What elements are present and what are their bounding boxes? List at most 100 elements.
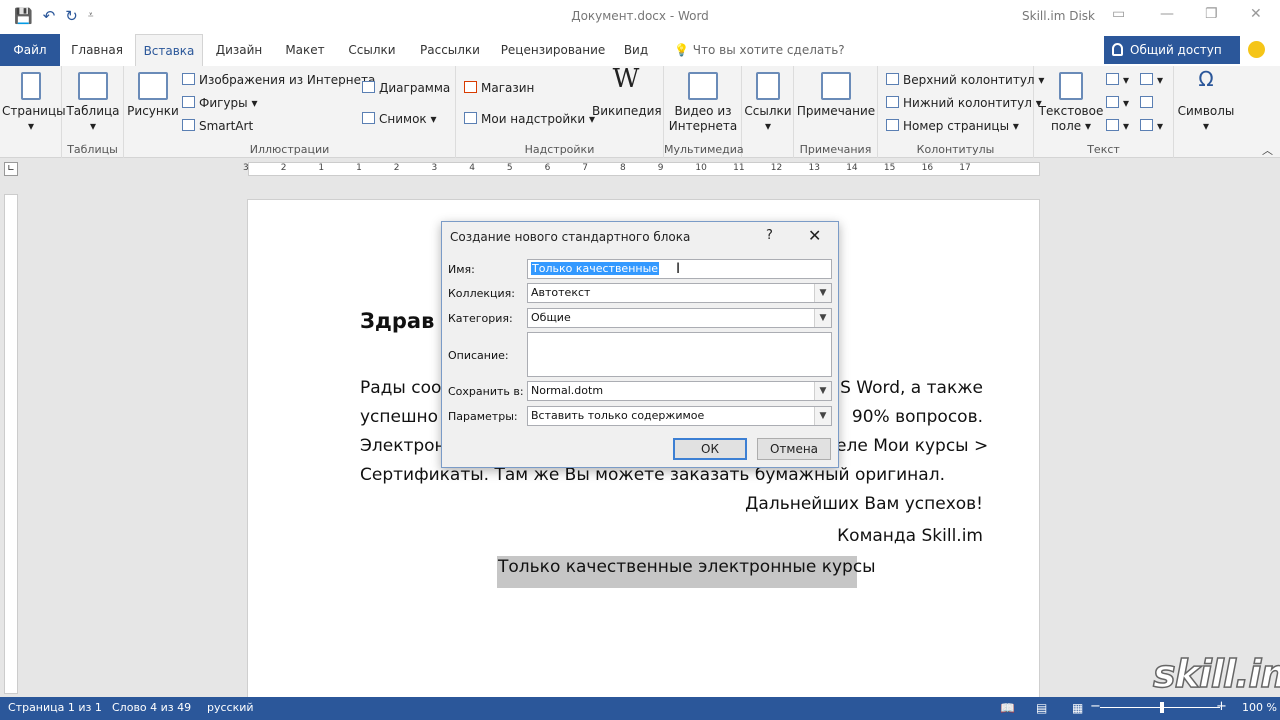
tab-file[interactable]: Файл bbox=[0, 34, 60, 66]
zoom-level[interactable]: 100 % bbox=[1242, 701, 1277, 714]
chevron-down-icon[interactable]: ▼ bbox=[814, 407, 831, 425]
help-button[interactable]: ? bbox=[766, 228, 773, 243]
collapse-ribbon-icon[interactable]: ︿ bbox=[1262, 142, 1273, 158]
illustrations-group-label: Иллюстрации bbox=[249, 143, 330, 156]
share-button[interactable]: Общий доступ bbox=[1104, 36, 1240, 64]
tab-selector[interactable]: ∟ bbox=[4, 162, 18, 176]
close-icon[interactable]: ✕ bbox=[808, 226, 821, 245]
pages-label: Страницы bbox=[2, 104, 66, 118]
object-button[interactable]: ▾ bbox=[1140, 118, 1163, 134]
doc-line-3a[interactable]: Электрон bbox=[360, 436, 446, 456]
lightbulb-icon: 💡 bbox=[674, 43, 689, 57]
pictures-label: Рисунки bbox=[127, 104, 179, 118]
header-label: Верхний колонтитул bbox=[903, 73, 1035, 87]
group-text: Текстовое поле ▾ ▾ ▾ ▾ ▾ ▾ Текст bbox=[1034, 66, 1174, 158]
read-mode-icon[interactable]: 📖 bbox=[1000, 701, 1015, 715]
options-select[interactable]: Вставить только содержимое ▼ bbox=[527, 406, 832, 426]
store-label: Магазин bbox=[481, 81, 535, 95]
zoom-in-icon[interactable]: + bbox=[1216, 699, 1227, 714]
chart-icon bbox=[362, 81, 375, 93]
page-number-button[interactable]: Номер страницы ▾ bbox=[886, 118, 1019, 134]
doc-selected-text[interactable]: Только качественные электронные курсы bbox=[498, 557, 876, 577]
doc-signature[interactable]: Команда Skill.im bbox=[600, 526, 983, 546]
wordart-button[interactable]: ▾ bbox=[1106, 95, 1129, 111]
page-count[interactable]: Страница 1 из 1 bbox=[8, 701, 102, 714]
header-icon bbox=[886, 73, 899, 85]
tab-design[interactable]: Дизайн bbox=[208, 34, 270, 66]
minimize-icon[interactable]: — bbox=[1160, 6, 1174, 22]
omega-icon: Ω bbox=[1198, 67, 1214, 91]
doc-line-2a[interactable]: успешно bbox=[360, 407, 438, 427]
group-addins: Магазин Мои надстройки ▾ W Википедия Надс… bbox=[456, 66, 664, 158]
tab-layout[interactable]: Макет bbox=[276, 34, 334, 66]
doc-line-4[interactable]: Сертификаты. Там же Вы можете заказать б… bbox=[360, 465, 945, 485]
pages-button[interactable]: Страницы ▾ bbox=[2, 72, 66, 134]
header-button[interactable]: Верхний колонтитул ▾ bbox=[886, 72, 1044, 88]
doc-line-5[interactable]: Дальнейших Вам успехов! bbox=[600, 494, 983, 514]
gallery-select[interactable]: Автотекст ▼ bbox=[527, 283, 832, 303]
comment-button[interactable]: Примечание bbox=[796, 72, 876, 119]
tell-me-search[interactable]: 💡 Что вы хотите сделать? bbox=[674, 34, 845, 66]
save-in-select[interactable]: Normal.dotm ▼ bbox=[527, 381, 832, 401]
feedback-smiley-icon[interactable] bbox=[1248, 41, 1265, 58]
chevron-down-icon[interactable]: ▼ bbox=[814, 284, 831, 302]
my-addins-button[interactable]: Мои надстройки ▾ bbox=[464, 111, 595, 127]
doc-line-2b[interactable]: 90% вопросов. bbox=[836, 407, 983, 427]
pictures-button[interactable]: Рисунки bbox=[126, 72, 180, 119]
online-video-button[interactable]: Видео из Интернета bbox=[668, 72, 738, 134]
account-name[interactable]: Skill.im Disk bbox=[1022, 9, 1095, 23]
comment-label: Примечание bbox=[796, 104, 876, 118]
close-window-icon[interactable]: ✕ bbox=[1250, 6, 1262, 22]
screenshot-button[interactable]: Снимок ▾ bbox=[362, 111, 437, 127]
doc-line-1b[interactable]: S Word, а также bbox=[836, 378, 983, 398]
cancel-button[interactable]: Отмена bbox=[757, 438, 831, 460]
tab-view[interactable]: Вид bbox=[616, 34, 656, 66]
category-select[interactable]: Общие ▼ bbox=[527, 308, 832, 328]
restore-icon[interactable]: ❐ bbox=[1205, 6, 1218, 22]
name-field[interactable]: Только качественные I bbox=[527, 259, 832, 279]
symbols-button[interactable]: Ω Символы ▾ bbox=[1176, 67, 1236, 134]
footer-button[interactable]: Нижний колонтитул ▾ bbox=[886, 95, 1042, 111]
doc-line-1a[interactable]: Рады соо bbox=[360, 378, 441, 398]
ok-button[interactable]: ОК bbox=[673, 438, 747, 460]
tab-home[interactable]: Главная bbox=[64, 34, 130, 66]
chevron-down-icon[interactable]: ▼ bbox=[814, 309, 831, 327]
category-value: Общие bbox=[531, 311, 571, 324]
chart-button[interactable]: Диаграмма bbox=[362, 80, 450, 96]
online-pictures-button[interactable]: Изображения из Интернета bbox=[182, 72, 375, 88]
web-layout-icon[interactable]: ▦ bbox=[1072, 701, 1083, 715]
shapes-button[interactable]: Фигуры ▾ bbox=[182, 95, 257, 111]
description-field[interactable] bbox=[527, 332, 832, 377]
links-button[interactable]: Ссылки ▾ bbox=[744, 72, 792, 134]
table-icon bbox=[78, 72, 108, 100]
wikipedia-button[interactable]: W Википедия bbox=[592, 66, 662, 119]
dropcap-button[interactable]: ▾ bbox=[1106, 118, 1129, 134]
ruler-number: 3 bbox=[243, 163, 249, 173]
tab-references[interactable]: Ссылки bbox=[340, 34, 404, 66]
doc-line-3b[interactable]: еле Мои курсы > bbox=[836, 436, 988, 456]
tab-mailings[interactable]: Рассылки bbox=[410, 34, 490, 66]
zoom-thumb[interactable] bbox=[1160, 702, 1164, 713]
table-button[interactable]: Таблица ▾ bbox=[66, 72, 120, 134]
smartart-label: SmartArt bbox=[199, 119, 254, 133]
ruler-number: 4 bbox=[469, 163, 475, 173]
quick-parts-button[interactable]: ▾ bbox=[1106, 72, 1129, 88]
textbox-icon bbox=[1059, 72, 1083, 100]
chevron-down-icon[interactable]: ▼ bbox=[814, 382, 831, 400]
date-time-button[interactable] bbox=[1140, 95, 1157, 111]
online-video-label-1: Видео из bbox=[674, 104, 732, 118]
language[interactable]: русский bbox=[207, 701, 254, 714]
smartart-button[interactable]: SmartArt bbox=[182, 118, 253, 134]
doc-heading[interactable]: Здрав bbox=[360, 311, 434, 332]
print-layout-icon[interactable]: ▤ bbox=[1036, 701, 1047, 715]
word-count[interactable]: Слово 4 из 49 bbox=[112, 701, 191, 714]
tab-review[interactable]: Рецензирование bbox=[496, 34, 610, 66]
textbox-button[interactable]: Текстовое поле ▾ bbox=[1036, 72, 1106, 134]
ribbon-tabs: Файл Главная Вставка Дизайн Макет Ссылки… bbox=[0, 34, 1280, 66]
ribbon-display-icon[interactable]: ▭ bbox=[1112, 6, 1125, 22]
online-pictures-icon bbox=[182, 73, 195, 85]
gallery-value: Автотекст bbox=[531, 286, 591, 299]
signature-line-button[interactable]: ▾ bbox=[1140, 72, 1163, 88]
store-button[interactable]: Магазин bbox=[464, 80, 534, 96]
tab-insert[interactable]: Вставка bbox=[135, 34, 203, 66]
